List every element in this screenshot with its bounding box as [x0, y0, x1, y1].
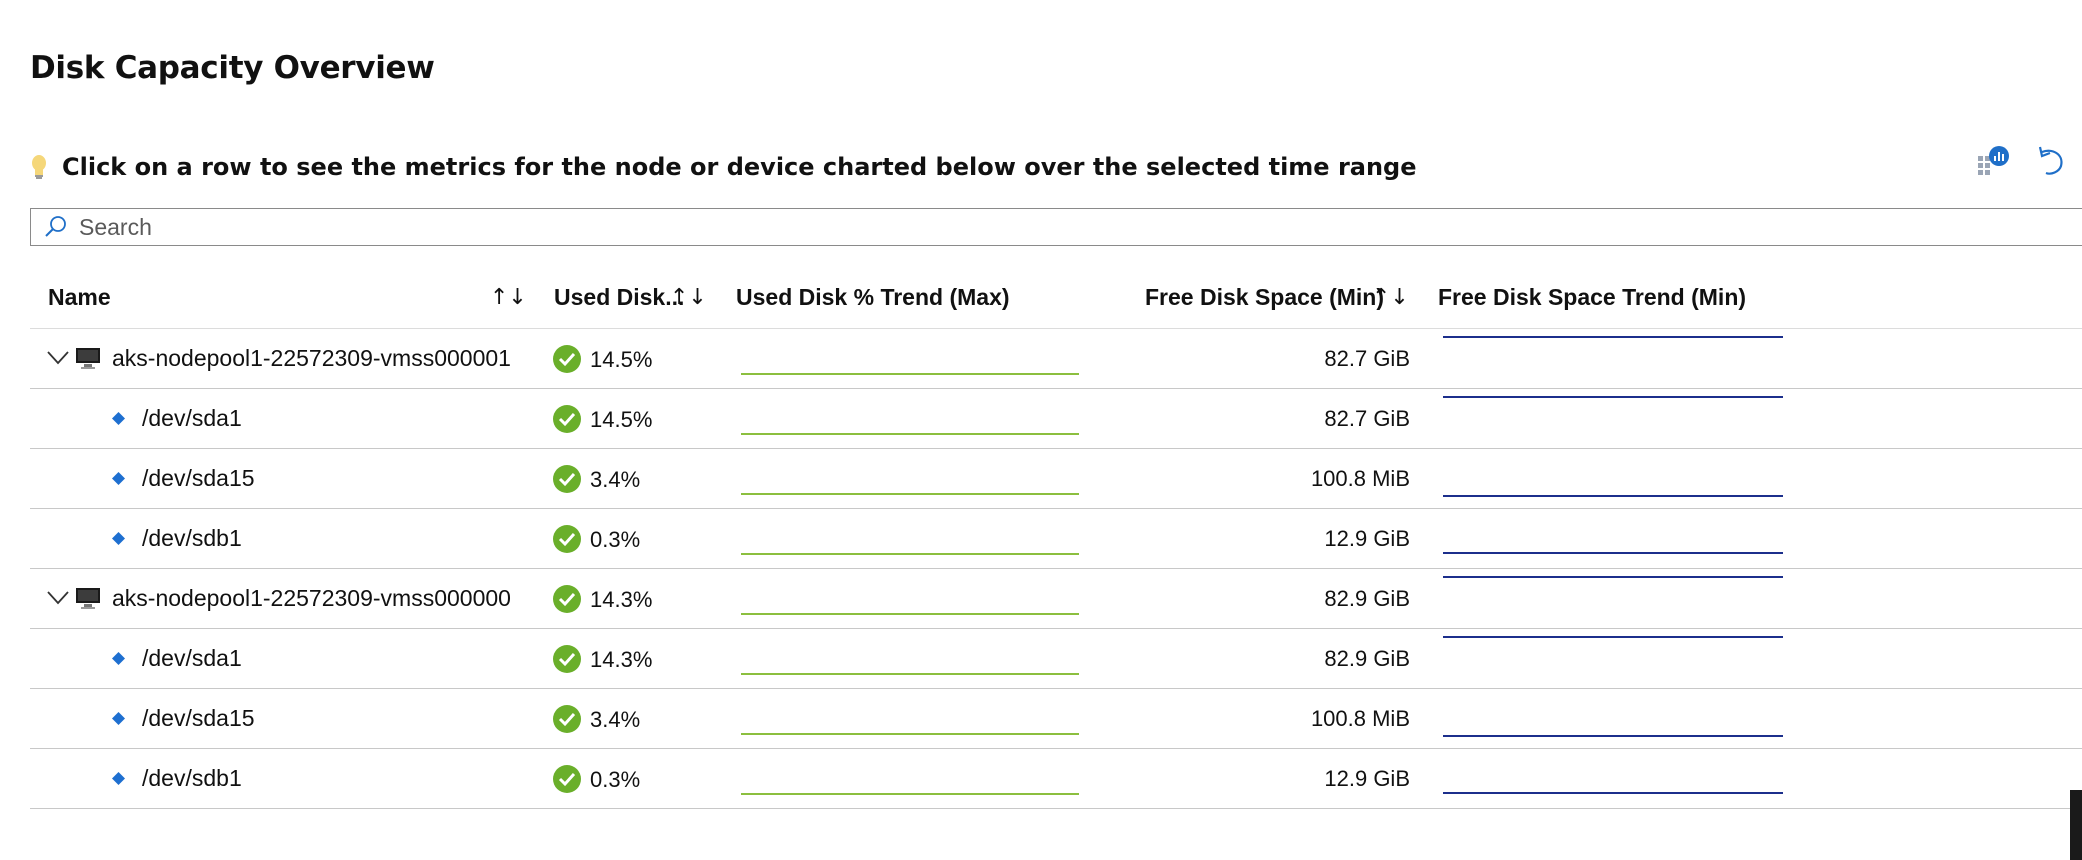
- status-ok-icon: [553, 585, 581, 613]
- column-header-used-trend[interactable]: Used Disk % Trend (Max): [736, 284, 1010, 311]
- device-row[interactable]: /dev/sda1 14.5% 82.7 GiB: [30, 389, 2082, 449]
- device-row[interactable]: /dev/sdb1 0.3% 12.9 GiB: [30, 749, 2082, 809]
- free-trend-sparkline: [1443, 735, 1783, 737]
- free-space-value: 82.9 GiB: [1324, 586, 1410, 611]
- used-disk-value: 14.5%: [590, 407, 653, 432]
- free-space-value: 82.7 GiB: [1324, 346, 1410, 371]
- free-trend-sparkline: [1443, 636, 1783, 638]
- used-disk-value: 0.3%: [590, 527, 641, 552]
- column-header-free-trend[interactable]: Free Disk Space Trend (Min): [1438, 284, 1746, 311]
- device-name: /dev/sda15: [142, 705, 255, 731]
- free-space-value: 82.7 GiB: [1324, 406, 1410, 431]
- search-input[interactable]: [69, 211, 1981, 243]
- device-row[interactable]: /dev/sda15 3.4% 100.8 MiB: [30, 689, 2082, 749]
- lightbulb-icon: [32, 155, 46, 179]
- status-ok-icon: [553, 765, 581, 793]
- used-disk-value: 0.3%: [590, 767, 641, 792]
- used-trend-sparkline: [741, 733, 1079, 735]
- free-trend-sparkline: [1443, 792, 1783, 794]
- disk-device-icon: [112, 412, 125, 425]
- device-name: /dev/sdb1: [142, 525, 242, 551]
- free-space-value: 100.8 MiB: [1310, 466, 1410, 491]
- column-header-used-disk[interactable]: Used Disk...: [554, 284, 684, 311]
- disk-device-icon: [112, 772, 125, 785]
- column-header-free-space[interactable]: Free Disk Space (Min): [1145, 284, 1384, 311]
- search-box[interactable]: [30, 208, 2082, 246]
- device-name: /dev/sda15: [142, 465, 255, 491]
- sort-icon[interactable]: ↑↓: [670, 285, 707, 310]
- status-ok-icon: [553, 465, 581, 493]
- used-disk-value: 14.3%: [590, 647, 653, 672]
- used-disk-value: 3.4%: [590, 707, 641, 732]
- free-space-value: 12.9 GiB: [1324, 526, 1410, 551]
- free-space-value: 100.8 MiB: [1310, 706, 1410, 731]
- device-name: /dev/sda1: [142, 405, 242, 431]
- status-ok-icon: [553, 345, 581, 373]
- device-name: /dev/sda1: [142, 645, 242, 671]
- disk-capacity-grid: Name ↑↓ Used Disk... ↑↓ Used Disk % Tren…: [30, 266, 2082, 809]
- device-row[interactable]: /dev/sda15 3.4% 100.8 MiB: [30, 449, 2082, 509]
- chevron-down-icon[interactable]: [47, 351, 69, 365]
- used-trend-sparkline: [741, 433, 1079, 435]
- device-row[interactable]: /dev/sda1 14.3% 82.9 GiB: [30, 629, 2082, 689]
- virtual-machine-icon: [76, 348, 100, 369]
- search-icon: [45, 216, 66, 237]
- status-ok-icon: [553, 705, 581, 733]
- used-trend-sparkline: [741, 553, 1079, 555]
- undo-icon[interactable]: [2036, 144, 2066, 178]
- status-ok-icon: [553, 405, 581, 433]
- free-space-value: 82.9 GiB: [1324, 646, 1410, 671]
- disk-device-icon: [112, 652, 125, 665]
- disk-device-icon: [112, 712, 125, 725]
- hint-text: Click on a row to see the metrics for th…: [62, 153, 1417, 181]
- virtual-machine-icon: [76, 588, 100, 609]
- node-row[interactable]: aks-nodepool1-22572309-vmss000000 14.3% …: [30, 569, 2082, 629]
- sort-icon[interactable]: ↑↓: [1372, 285, 1409, 310]
- free-space-value: 12.9 GiB: [1324, 766, 1410, 791]
- disk-device-icon: [112, 532, 125, 545]
- free-trend-sparkline: [1443, 576, 1783, 578]
- node-name: aks-nodepool1-22572309-vmss000001: [112, 345, 511, 371]
- disk-device-icon: [112, 472, 125, 485]
- free-trend-sparkline: [1443, 552, 1783, 554]
- scrollbar-thumb[interactable]: [2070, 790, 2082, 860]
- device-name: /dev/sdb1: [142, 765, 242, 791]
- free-trend-sparkline: [1443, 396, 1783, 398]
- free-trend-sparkline: [1443, 495, 1783, 497]
- chevron-down-icon[interactable]: [47, 591, 69, 605]
- used-trend-sparkline: [741, 793, 1079, 795]
- status-ok-icon: [553, 525, 581, 553]
- used-trend-sparkline: [741, 373, 1079, 375]
- info-hint: Click on a row to see the metrics for th…: [30, 153, 1417, 181]
- used-trend-sparkline: [741, 673, 1079, 675]
- used-disk-value: 14.5%: [590, 347, 653, 372]
- used-disk-value: 14.3%: [590, 587, 653, 612]
- column-header-name[interactable]: Name: [48, 284, 111, 311]
- workbook-chart-icon[interactable]: [1976, 144, 2010, 178]
- used-trend-sparkline: [741, 613, 1079, 615]
- free-trend-sparkline: [1443, 336, 1783, 338]
- device-row[interactable]: /dev/sdb1 0.3% 12.9 GiB: [30, 509, 2082, 569]
- status-ok-icon: [553, 645, 581, 673]
- used-trend-sparkline: [741, 493, 1079, 495]
- page-title: Disk Capacity Overview: [30, 50, 435, 86]
- grid-header: Name ↑↓ Used Disk... ↑↓ Used Disk % Tren…: [30, 266, 2082, 329]
- used-disk-value: 3.4%: [590, 467, 641, 492]
- node-name: aks-nodepool1-22572309-vmss000000: [112, 585, 511, 611]
- sort-icon[interactable]: ↑↓: [490, 285, 527, 310]
- node-row[interactable]: aks-nodepool1-22572309-vmss000001 14.5% …: [30, 329, 2082, 389]
